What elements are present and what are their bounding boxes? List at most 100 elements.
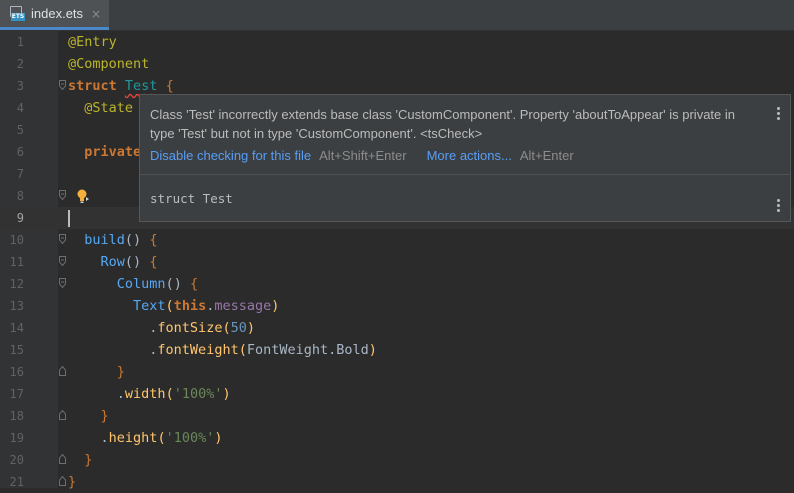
line-number: 4 bbox=[16, 101, 24, 115]
paren: ) bbox=[368, 342, 377, 358]
brace: { bbox=[149, 254, 158, 270]
tab-index-ets[interactable]: ETS index.ets × bbox=[0, 0, 109, 30]
string-literal: '100%' bbox=[165, 430, 215, 446]
code-line[interactable]: 20 } bbox=[0, 449, 794, 471]
code-line[interactable]: 18 } bbox=[0, 405, 794, 427]
line-number: 5 bbox=[16, 123, 24, 137]
tab-label: index.ets bbox=[31, 6, 84, 21]
fold-marker-icon[interactable] bbox=[59, 190, 66, 200]
line-number: 13 bbox=[9, 299, 24, 313]
line-number: 18 bbox=[9, 409, 24, 423]
parens: () bbox=[165, 276, 182, 292]
popup-actions: Disable checking for this file Alt+Shift+… bbox=[150, 148, 574, 163]
code-line[interactable]: 19 .height('100%') bbox=[0, 427, 794, 449]
code-line[interactable]: 21} bbox=[0, 471, 794, 493]
dot: . bbox=[116, 386, 125, 402]
component-name: Row bbox=[100, 254, 125, 270]
line-number: 12 bbox=[9, 277, 24, 291]
method-name: build bbox=[84, 232, 125, 248]
code-line[interactable]: 14 .fontSize(50) bbox=[0, 317, 794, 339]
line-number: 6 bbox=[16, 145, 24, 159]
code-line[interactable]: 11 Row() { bbox=[0, 251, 794, 273]
line-number: 16 bbox=[9, 365, 24, 379]
this-keyword: this bbox=[173, 298, 207, 314]
divider bbox=[140, 174, 790, 175]
disable-checking-link[interactable]: Disable checking for this file bbox=[150, 148, 311, 163]
error-tooltip-popup: Class 'Test' incorrectly extends base cl… bbox=[139, 94, 791, 222]
paren: ( bbox=[157, 430, 166, 446]
keyword: private bbox=[84, 144, 142, 160]
paren: ( bbox=[165, 386, 174, 402]
method-name: height bbox=[108, 430, 158, 446]
brace: { bbox=[189, 276, 199, 292]
code-line[interactable]: 10 build() { bbox=[0, 229, 794, 251]
code-line[interactable]: 2 @Component bbox=[0, 53, 794, 75]
line-number: 10 bbox=[9, 233, 24, 247]
code-line[interactable]: 16 } bbox=[0, 361, 794, 383]
error-message: Class 'Test' incorrectly extends base cl… bbox=[150, 107, 735, 141]
code-line[interactable]: 12 Column() { bbox=[0, 273, 794, 295]
line-number: 1 bbox=[16, 35, 24, 49]
close-icon[interactable]: × bbox=[91, 7, 101, 21]
paren: ( bbox=[222, 320, 231, 336]
more-actions-link[interactable]: More actions... bbox=[427, 148, 512, 163]
line-number: 11 bbox=[9, 255, 24, 269]
line-number: 8 bbox=[16, 189, 24, 203]
code-line[interactable]: 1 @Entry bbox=[0, 31, 794, 53]
paren: ) bbox=[222, 386, 231, 402]
editor-tab-bar: ETS index.ets × bbox=[0, 0, 794, 31]
line-number: 3 bbox=[16, 79, 24, 93]
component-name: Text bbox=[133, 298, 166, 314]
paren: ( bbox=[238, 342, 247, 358]
line-number: 7 bbox=[16, 167, 24, 181]
brace: } bbox=[100, 408, 109, 424]
line-number: 15 bbox=[9, 343, 24, 357]
fold-marker-icon[interactable] bbox=[59, 454, 66, 464]
shortcut-hint: Alt+Enter bbox=[519, 148, 574, 163]
fold-marker-icon[interactable] bbox=[59, 278, 66, 288]
brace: { bbox=[165, 78, 174, 94]
paren: ( bbox=[165, 298, 174, 314]
parens: () bbox=[124, 232, 142, 248]
line-number: 19 bbox=[9, 431, 24, 445]
method-name: fontWeight bbox=[157, 342, 239, 358]
quick-fix-bulb-icon[interactable] bbox=[75, 188, 91, 204]
method-name: width bbox=[124, 386, 166, 402]
component-name: Column bbox=[116, 276, 166, 292]
line-number: 17 bbox=[9, 387, 24, 401]
field-name: message bbox=[214, 298, 272, 314]
line-number: 21 bbox=[9, 475, 24, 489]
code-line[interactable]: 17 .width('100%') bbox=[0, 383, 794, 405]
brace: } bbox=[116, 364, 125, 380]
annotation: @Component bbox=[68, 56, 150, 72]
ets-file-icon: ETS bbox=[9, 6, 25, 21]
declaration-preview: struct Test bbox=[150, 191, 233, 206]
annotation: @State bbox=[84, 100, 134, 116]
shortcut-hint: Alt+Shift+Enter bbox=[319, 148, 407, 163]
string-literal: '100%' bbox=[173, 386, 223, 402]
struct-name-error[interactable]: Test bbox=[125, 78, 158, 94]
fold-marker-icon[interactable] bbox=[59, 256, 66, 266]
annotation: @Entry bbox=[68, 34, 117, 50]
code-line[interactable]: 15 .fontWeight(FontWeight.Bold) bbox=[0, 339, 794, 361]
paren: ) bbox=[271, 298, 280, 314]
brace: } bbox=[84, 452, 93, 468]
line-number: 14 bbox=[9, 321, 24, 335]
paren: ) bbox=[214, 430, 223, 446]
fold-marker-icon[interactable] bbox=[59, 366, 66, 376]
fold-marker-icon[interactable] bbox=[59, 234, 66, 244]
keyword: struct bbox=[68, 78, 117, 94]
code-line[interactable]: 13 Text(this.message) bbox=[0, 295, 794, 317]
fold-marker-icon[interactable] bbox=[59, 476, 66, 486]
line-number: 20 bbox=[9, 453, 24, 467]
brace: { bbox=[149, 232, 158, 248]
paren: ) bbox=[246, 320, 255, 336]
parens: () bbox=[124, 254, 142, 270]
fold-marker-icon[interactable] bbox=[59, 80, 66, 90]
dot: . bbox=[100, 430, 109, 446]
more-vertical-icon[interactable] bbox=[777, 199, 781, 214]
line-number: 9 bbox=[16, 211, 24, 225]
fold-marker-icon[interactable] bbox=[59, 410, 66, 420]
line-number: 2 bbox=[16, 57, 24, 71]
more-vertical-icon[interactable] bbox=[777, 107, 781, 122]
